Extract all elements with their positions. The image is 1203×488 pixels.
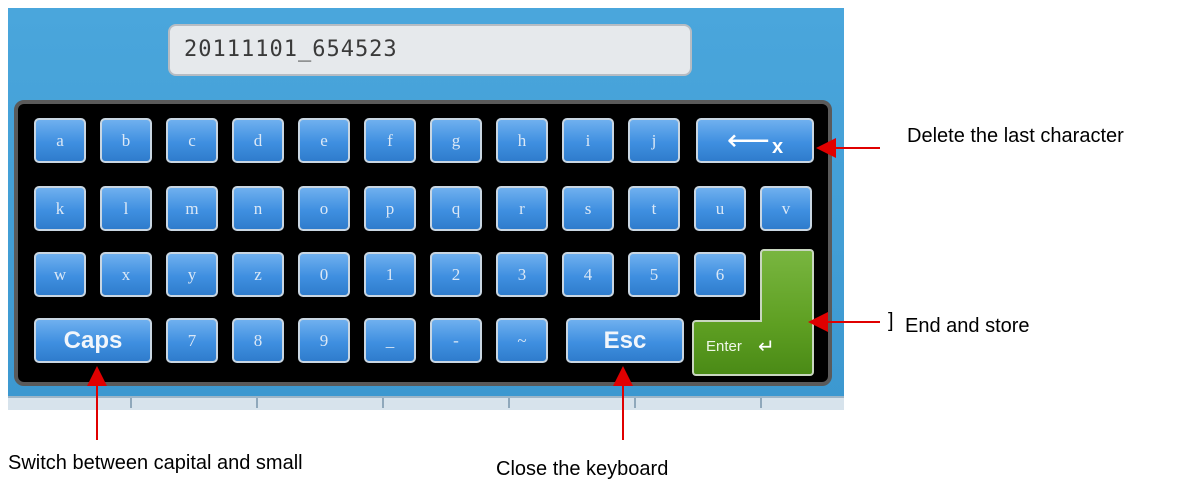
key-d[interactable]: d xyxy=(232,118,284,163)
return-arrow-icon: ↵ xyxy=(758,336,775,358)
key-q[interactable]: q xyxy=(430,186,482,231)
caps-key[interactable]: Caps xyxy=(34,318,152,363)
key-l[interactable]: l xyxy=(100,186,152,231)
key-4[interactable]: 4 xyxy=(562,252,614,297)
key-h[interactable]: h xyxy=(496,118,548,163)
key-0[interactable]: 0 xyxy=(298,252,350,297)
caps-annotation: Switch between capital and small xyxy=(8,452,303,474)
key-u[interactable]: u xyxy=(694,186,746,231)
key-j[interactable]: j xyxy=(628,118,680,163)
key-k[interactable]: k xyxy=(34,186,86,231)
key-z[interactable]: z xyxy=(232,252,284,297)
key-c[interactable]: c xyxy=(166,118,218,163)
key-~[interactable]: ~ xyxy=(496,318,548,363)
delete-annotation: Delete the last character xyxy=(907,125,1124,147)
menu-bar-strip xyxy=(8,396,844,410)
key-g[interactable]: g xyxy=(430,118,482,163)
key-t[interactable]: t xyxy=(628,186,680,231)
key-m[interactable]: m xyxy=(166,186,218,231)
key-i[interactable]: i xyxy=(562,118,614,163)
key-e[interactable]: e xyxy=(298,118,350,163)
key-2[interactable]: 2 xyxy=(430,252,482,297)
key-3[interactable]: 3 xyxy=(496,252,548,297)
key-b[interactable]: b xyxy=(100,118,152,163)
key-p[interactable]: p xyxy=(364,186,416,231)
key-1[interactable]: 1 xyxy=(364,252,416,297)
left-arrow-icon: ⟵ xyxy=(726,123,770,157)
key-f[interactable]: f xyxy=(364,118,416,163)
key-7[interactable]: 7 xyxy=(166,318,218,363)
enter-key-label: Enter xyxy=(706,338,742,355)
esc-annotation: Close the keyboard xyxy=(496,458,669,480)
key-v[interactable]: v xyxy=(760,186,812,231)
key-a[interactable]: a xyxy=(34,118,86,163)
key--[interactable]: - xyxy=(430,318,482,363)
key-9[interactable]: 9 xyxy=(298,318,350,363)
filename-input[interactable]: 20111101_654523 xyxy=(168,24,692,76)
key-5[interactable]: 5 xyxy=(628,252,680,297)
esc-key[interactable]: Esc xyxy=(566,318,684,363)
backspace-key[interactable]: ⟵ x xyxy=(696,118,814,163)
key-_[interactable]: _ xyxy=(364,318,416,363)
enter-annotation: End and store xyxy=(905,315,1030,337)
key-w[interactable]: w xyxy=(34,252,86,297)
key-r[interactable]: r xyxy=(496,186,548,231)
key-o[interactable]: o xyxy=(298,186,350,231)
key-n[interactable]: n xyxy=(232,186,284,231)
key-y[interactable]: y xyxy=(166,252,218,297)
key-8[interactable]: 8 xyxy=(232,318,284,363)
key-s[interactable]: s xyxy=(562,186,614,231)
enter-annotation-mark: ] xyxy=(888,310,894,332)
key-x[interactable]: x xyxy=(100,252,152,297)
key-6[interactable]: 6 xyxy=(694,252,746,297)
x-mark-icon: x xyxy=(771,136,784,158)
